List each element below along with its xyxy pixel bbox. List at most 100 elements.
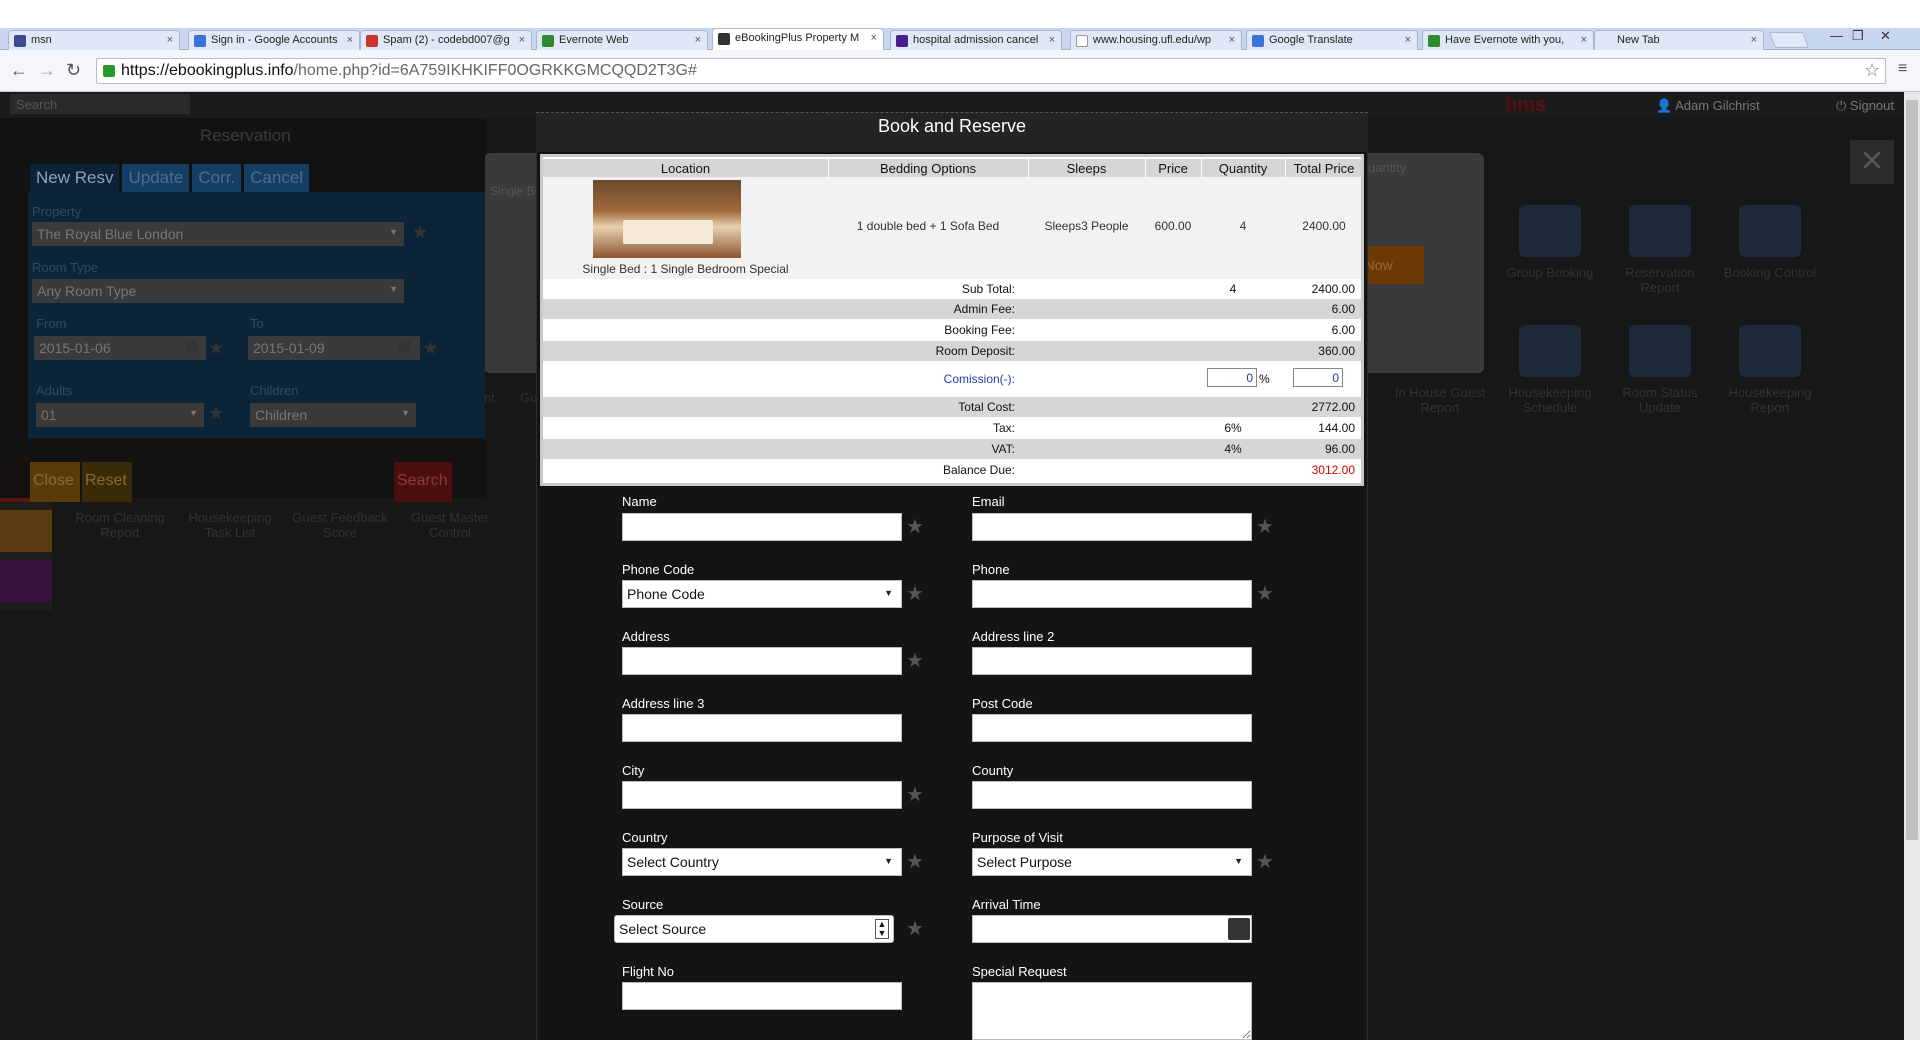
address-bar[interactable]: https://ebookingplus.info/home.php?id=6A… xyxy=(96,58,1886,84)
reset-button[interactable]: Reset xyxy=(82,462,132,502)
chevron-down-icon: ▼ xyxy=(884,856,893,866)
new-tab-button[interactable] xyxy=(1769,32,1809,48)
room-type-select[interactable]: Any Room Type ▼ xyxy=(32,279,404,303)
menu-icon[interactable]: ≡ xyxy=(1898,60,1907,78)
arrival-time-label: Arrival Time xyxy=(972,897,1041,912)
app-search-input[interactable]: Search xyxy=(10,94,190,114)
browser-tab[interactable]: hospital admission cancel × xyxy=(890,30,1062,50)
browser-tab[interactable]: Sign in - Google Accounts × xyxy=(188,30,360,50)
phone-input[interactable] xyxy=(972,580,1252,608)
tile-housekeeping-schedule[interactable]: Housekeeping Schedule xyxy=(1495,325,1605,415)
close-button[interactable]: Close xyxy=(30,462,80,502)
calendar-icon[interactable]: ▦ xyxy=(184,336,198,354)
room-name: Single Bed : 1 Single Bedroom Special xyxy=(582,262,789,276)
forward-icon[interactable]: → xyxy=(38,60,56,81)
restore-icon[interactable]: ❐ xyxy=(1852,28,1864,44)
tab-new-resv[interactable]: New Resv xyxy=(30,164,120,192)
tile-label: Guest Master Control xyxy=(410,510,490,540)
calendar-icon[interactable]: ▦ xyxy=(398,336,412,354)
email-input[interactable] xyxy=(972,513,1252,541)
browser-tab[interactable]: Google Translate × xyxy=(1246,30,1418,50)
search-button[interactable]: Search xyxy=(394,462,452,502)
purpose-select[interactable]: Select Purpose ▼ xyxy=(972,848,1252,876)
tab-update[interactable]: Update xyxy=(122,164,190,192)
clock-icon[interactable] xyxy=(1228,918,1250,940)
close-tab-icon[interactable]: × xyxy=(1751,34,1757,46)
favicon-icon xyxy=(1600,35,1612,47)
address3-input[interactable] xyxy=(622,714,902,742)
close-tab-icon[interactable]: × xyxy=(519,34,525,46)
favorite-star-icon[interactable]: ★ xyxy=(422,338,438,359)
commission-percent-input[interactable] xyxy=(1207,368,1257,387)
tile-room-cleaning-report[interactable]: Room Cleaning Report xyxy=(65,510,175,540)
close-tab-icon[interactable]: × xyxy=(1405,34,1411,46)
close-tab-icon[interactable]: × xyxy=(1581,34,1587,46)
city-input[interactable] xyxy=(622,781,902,809)
reload-icon[interactable]: ↻ xyxy=(66,60,81,81)
browser-tab[interactable]: Spam (2) - codebd007@g × xyxy=(360,30,532,50)
county-input[interactable] xyxy=(972,781,1252,809)
close-tab-icon[interactable]: × xyxy=(347,34,353,46)
reservation-tabs: New Resv Update Corr. Cancel xyxy=(30,164,310,192)
page-scrollbar-thumb[interactable] xyxy=(1906,100,1918,840)
sidebar-block-orange[interactable] xyxy=(0,510,52,552)
close-tab-icon[interactable]: × xyxy=(1229,34,1235,46)
close-icon[interactable]: ✕ xyxy=(1850,140,1894,184)
room-sleeps: Sleeps3 People xyxy=(1044,219,1129,233)
user-menu[interactable]: 👤 Adam Gilchrist xyxy=(1656,98,1760,114)
property-select[interactable]: The Royal Blue London ▼ xyxy=(32,222,404,246)
tile-room-status-update[interactable]: Room Status Update xyxy=(1605,325,1715,415)
monitor-icon xyxy=(1739,325,1801,377)
tab-cancel[interactable]: Cancel xyxy=(244,164,310,192)
browser-tab[interactable]: www.housing.ufl.edu/wp × xyxy=(1070,30,1242,50)
lock-icon xyxy=(103,65,115,77)
phone-code-select[interactable]: Phone Code ▼ xyxy=(622,580,902,608)
tile-housekeeping-report[interactable]: Housekeeping Report xyxy=(1715,325,1825,415)
close-tab-icon[interactable]: × xyxy=(1049,34,1055,46)
bookmark-star-icon[interactable]: ☆ xyxy=(1864,60,1880,81)
browser-tab[interactable]: Have Evernote with you, × xyxy=(1422,30,1594,50)
favorite-star-icon[interactable]: ★ xyxy=(208,338,224,359)
browser-tab[interactable]: msn × xyxy=(8,30,180,50)
browser-tab[interactable]: eBookingPlus Property M × xyxy=(712,28,884,50)
browser-tab[interactable]: New Tab × xyxy=(1594,30,1764,50)
address2-input[interactable] xyxy=(972,647,1252,675)
tab-corr[interactable]: Corr. xyxy=(192,164,242,192)
favorite-star-icon[interactable]: ★ xyxy=(208,403,224,424)
name-input[interactable] xyxy=(622,513,902,541)
tile-label: Room Status Update xyxy=(1622,385,1698,415)
special-request-textarea[interactable] xyxy=(972,982,1252,1040)
close-tab-icon[interactable]: × xyxy=(871,32,877,44)
tile-guest-feedback-score[interactable]: Guest Feedback Score xyxy=(285,510,395,540)
sidebar-block-purple[interactable] xyxy=(0,560,52,602)
signout-link[interactable]: ⏻ Signout xyxy=(1836,98,1894,114)
country-select[interactable]: Select Country ▼ xyxy=(622,848,902,876)
post-code-input[interactable] xyxy=(972,714,1252,742)
tile-group-booking[interactable]: Group Booking xyxy=(1495,205,1605,280)
tile-guest-master-control[interactable]: Guest Master Control xyxy=(395,510,505,540)
row-value: 2772.00 xyxy=(1311,400,1355,414)
adults-select[interactable]: 01 ▼ xyxy=(36,403,204,427)
back-icon[interactable]: ← xyxy=(10,60,28,81)
tile-label: Booking Control xyxy=(1723,265,1817,280)
to-date-input[interactable]: 2015-01-09 xyxy=(248,336,420,360)
room-deposit-row: Room Deposit: 360.00 xyxy=(543,341,1361,361)
children-select[interactable]: Children ▼ xyxy=(250,403,416,427)
tile-booking-control[interactable]: Booking Control xyxy=(1715,205,1825,280)
favorite-star-icon[interactable]: ★ xyxy=(412,222,428,243)
address-input[interactable] xyxy=(622,647,902,675)
from-date-input[interactable]: 2015-01-06 xyxy=(34,336,206,360)
source-select[interactable]: Select Source ▲ ▼ xyxy=(614,915,894,943)
commission-amount-input[interactable] xyxy=(1293,368,1343,387)
tile-in-house-guest-report[interactable]: In House Guest Report xyxy=(1385,325,1495,415)
arrival-time-input[interactable] xyxy=(972,915,1252,943)
close-window-icon[interactable]: ✕ xyxy=(1880,28,1891,44)
minimize-icon[interactable]: — xyxy=(1830,28,1843,43)
flight-no-input[interactable] xyxy=(622,982,902,1010)
close-tab-icon[interactable]: × xyxy=(167,34,173,46)
tile-reservation-report[interactable]: Reservation Report xyxy=(1605,205,1715,295)
tile-housekeeping-task-list[interactable]: Housekeeping Task List xyxy=(175,510,285,540)
close-tab-icon[interactable]: × xyxy=(695,34,701,46)
bg-popup-single-bed: Single Be xyxy=(490,184,542,198)
browser-tab[interactable]: Evernote Web × xyxy=(536,30,708,50)
